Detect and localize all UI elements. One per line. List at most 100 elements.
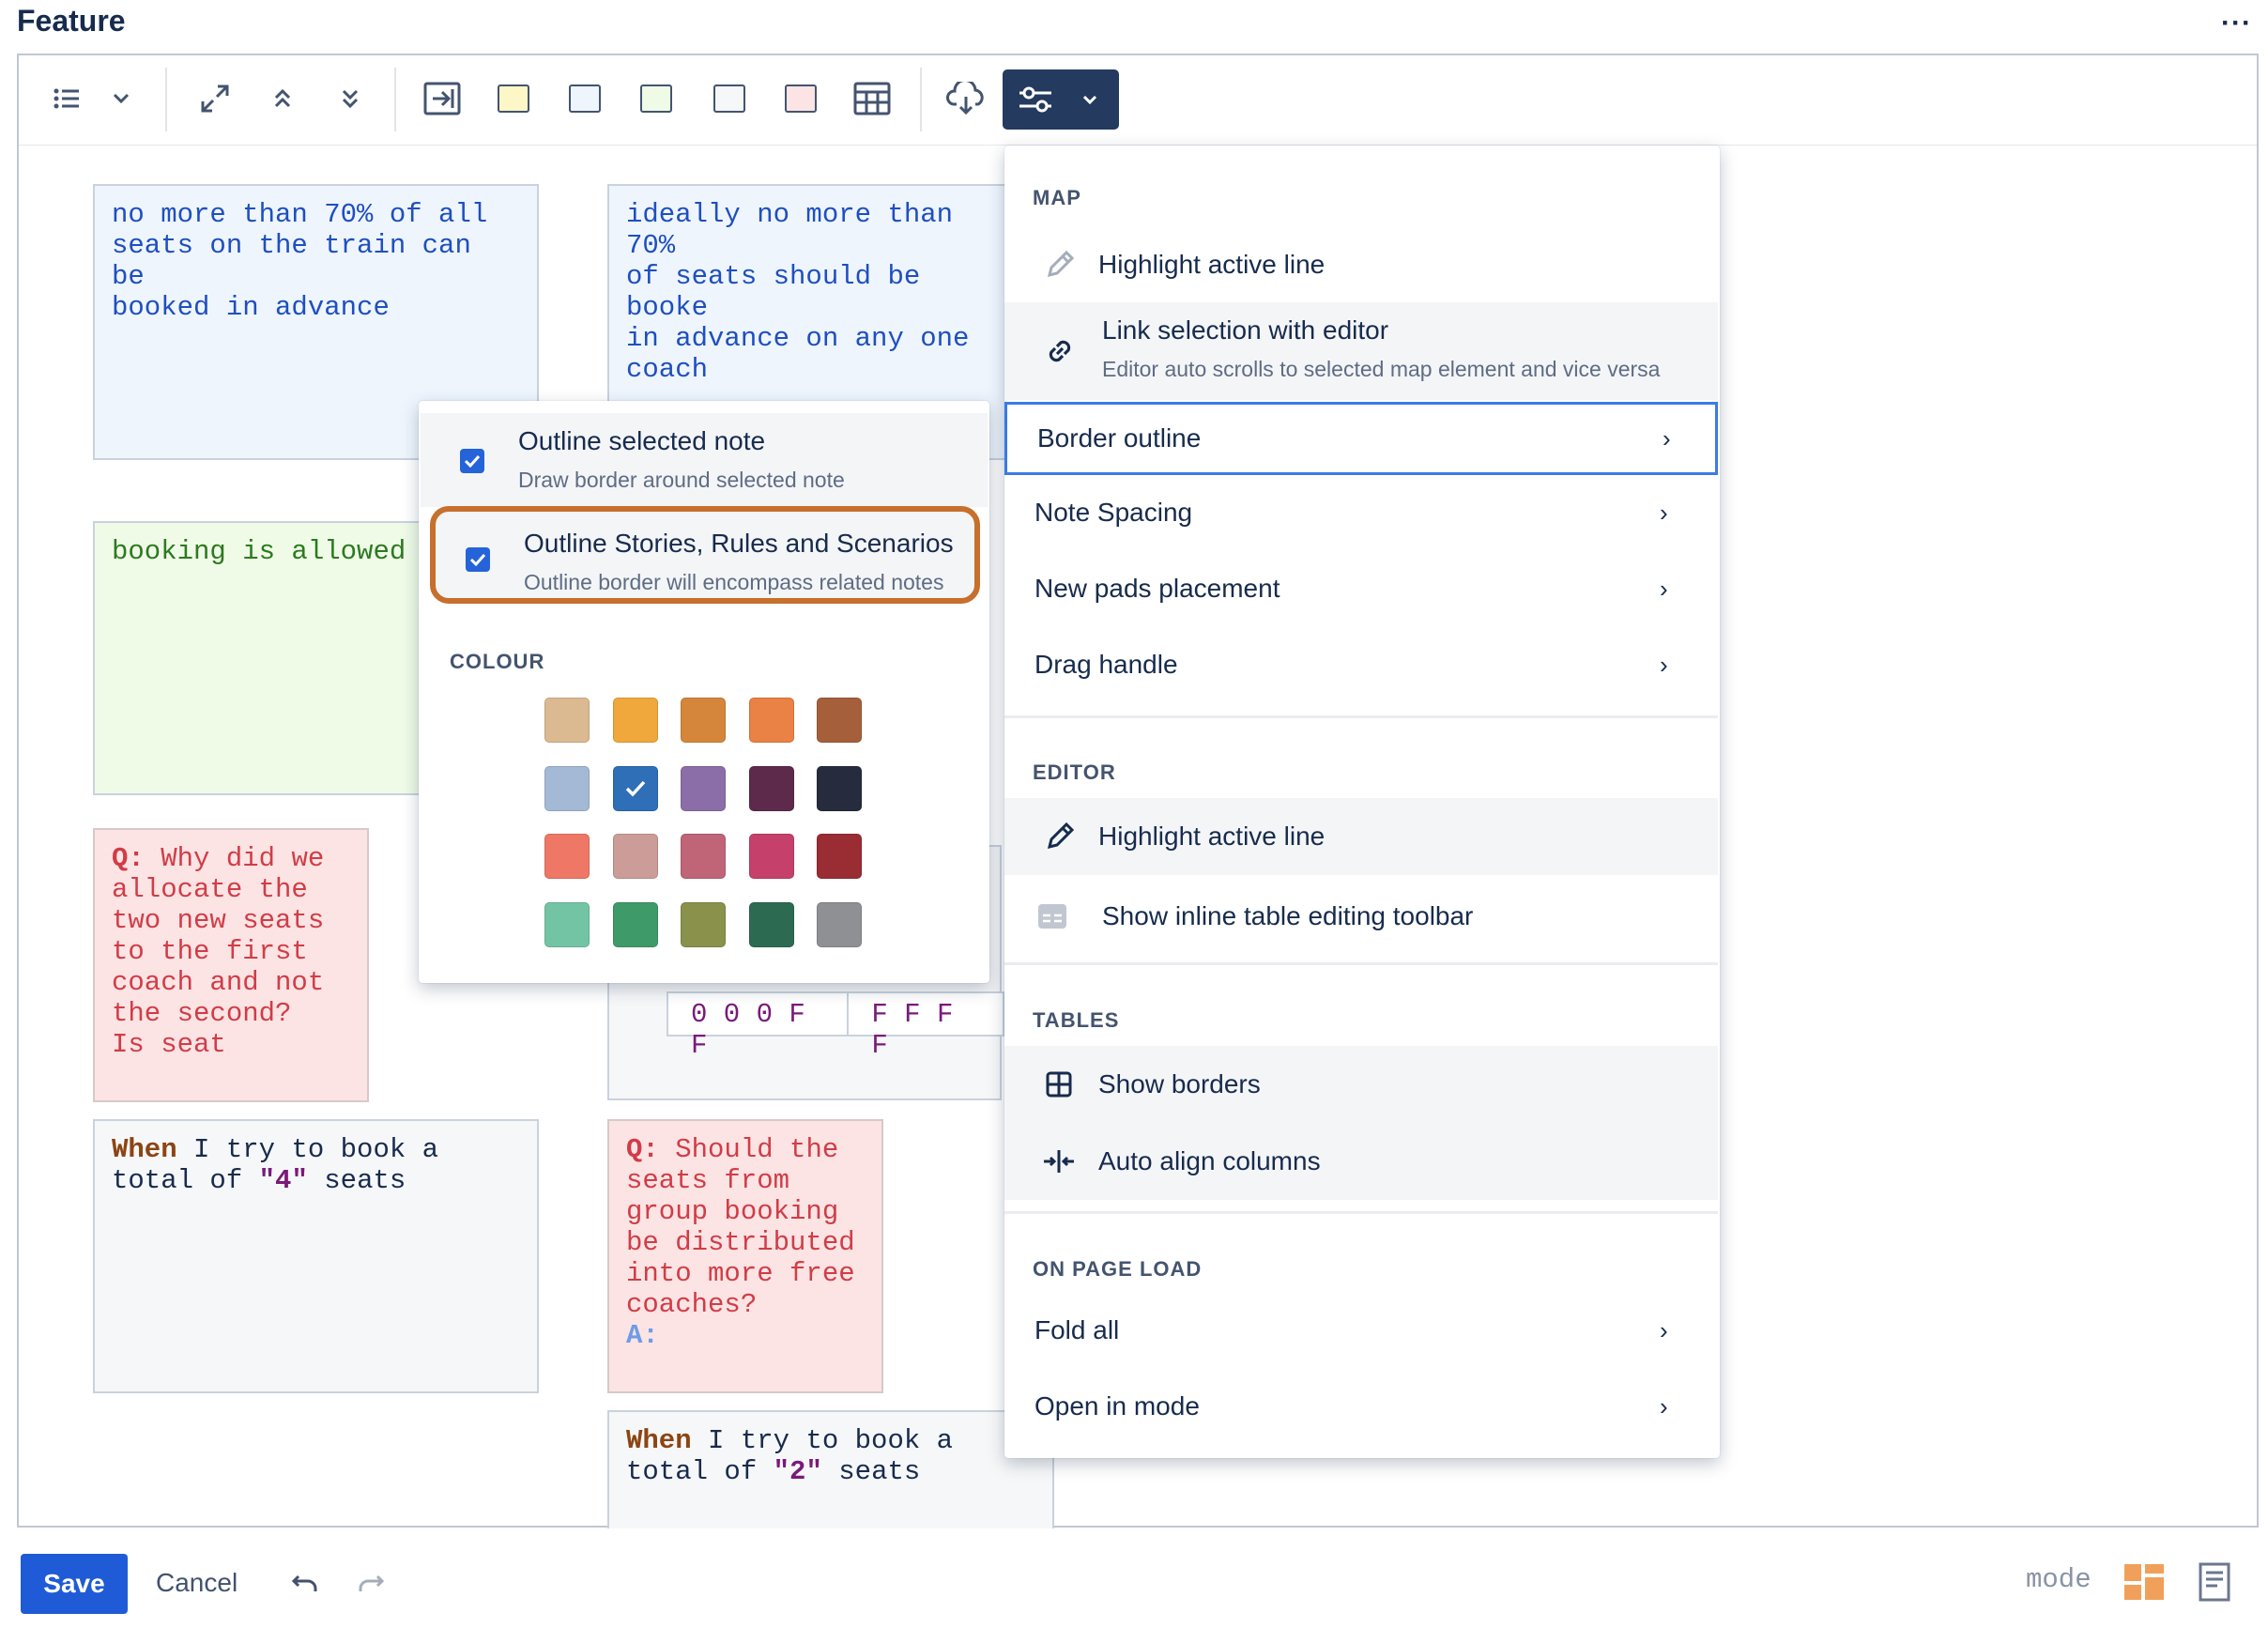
- keyword-when: When: [626, 1425, 692, 1456]
- colour-swatch[interactable]: [612, 765, 658, 811]
- more-options-icon[interactable]: ···: [2221, 8, 2252, 39]
- colour-swatch[interactable]: [544, 698, 590, 743]
- note-scenario-2[interactable]: When I try to book a total of "2" seats: [607, 1410, 1054, 1528]
- menu-item-inline-table-toolbar[interactable]: Show inline table editing toolbar: [1004, 883, 1718, 950]
- note-red-icon[interactable]: [781, 66, 820, 131]
- menu-item-show-borders[interactable]: Show borders: [1004, 1046, 1718, 1123]
- menu-item-fold-all[interactable]: Fold all ›: [1004, 1300, 1718, 1360]
- grid-icon: [1046, 1071, 1072, 1098]
- question-text: Should the seats from group booking be d…: [626, 1134, 855, 1320]
- save-button[interactable]: Save: [21, 1554, 128, 1614]
- colour-swatch[interactable]: [748, 834, 794, 879]
- note-yellow-icon[interactable]: [494, 66, 533, 131]
- colour-swatch[interactable]: [817, 834, 862, 879]
- table-icon[interactable]: [850, 66, 894, 131]
- colour-swatch[interactable]: [817, 765, 862, 811]
- insert-icon[interactable]: [421, 66, 464, 131]
- option-description: Draw border around selected note: [518, 468, 845, 492]
- note-white-icon[interactable]: [710, 66, 749, 131]
- mode-label: mode: [2026, 1564, 2092, 1595]
- option-outline-selected-note[interactable]: Outline selected note Draw border around…: [421, 413, 988, 507]
- note-example[interactable]: booking is allowed: [93, 521, 431, 795]
- menu-item-open-in-mode[interactable]: Open in mode ›: [1004, 1376, 1718, 1436]
- note-blue-icon[interactable]: [565, 66, 605, 131]
- colour-swatch[interactable]: [544, 765, 590, 811]
- menu-item-map-highlight[interactable]: Highlight active line: [1004, 235, 1718, 295]
- pencil-icon: [1047, 822, 1075, 850]
- colour-swatch[interactable]: [544, 901, 590, 947]
- colour-swatch[interactable]: [748, 901, 794, 947]
- menu-item-label: Drag handle: [1034, 650, 1178, 679]
- menu-item-link-selection[interactable]: Link selection with editor Editor auto s…: [1004, 302, 1718, 400]
- menu-item-border-outline[interactable]: Border outline ›: [1004, 402, 1718, 475]
- colour-swatch[interactable]: [681, 901, 726, 947]
- scenario-value: "2": [773, 1456, 822, 1487]
- chevron-down-icon: [1082, 95, 1097, 105]
- note-question-2[interactable]: Q: Should the seats from group booking b…: [607, 1119, 883, 1393]
- scenario-text: seats: [307, 1165, 406, 1196]
- colour-swatch[interactable]: [681, 834, 726, 879]
- menu-item-description: Editor auto scrolls to selected map elem…: [1102, 357, 1661, 381]
- colour-swatch[interactable]: [817, 698, 862, 743]
- note-question[interactable]: Q: Why did we allocate the two new seats…: [93, 828, 369, 1102]
- colour-swatch[interactable]: [612, 834, 658, 879]
- scenario-text: seats: [821, 1456, 921, 1487]
- colour-swatch[interactable]: [748, 765, 794, 811]
- menu-item-label: Note Spacing: [1034, 498, 1193, 527]
- settings-button[interactable]: [1003, 69, 1119, 130]
- colour-swatch[interactable]: [748, 698, 794, 743]
- menu-item-drag-handle[interactable]: Drag handle ›: [1004, 635, 1718, 695]
- checkbox-checked-icon[interactable]: [466, 547, 490, 572]
- expand-icon[interactable]: [193, 66, 237, 131]
- table-cell: F F F F: [871, 999, 954, 1061]
- chevron-right-icon: ›: [1660, 574, 1668, 603]
- align-columns-icon: [1044, 1150, 1074, 1173]
- list-icon[interactable]: [47, 66, 86, 131]
- table-cell: 0 0 0 F F: [668, 993, 850, 1061]
- question-prefix: Q:: [112, 843, 145, 874]
- document-mode-icon[interactable]: [2199, 1562, 2230, 1602]
- chevron-right-icon: ›: [1660, 498, 1668, 527]
- menu-item-editor-highlight[interactable]: Highlight active line: [1004, 798, 1718, 875]
- menu-item-label: Border outline: [1037, 423, 1202, 453]
- menu-item-label: Open in mode: [1034, 1391, 1200, 1421]
- colour-swatch[interactable]: [817, 901, 862, 947]
- table-row[interactable]: 0 0 0 F F F F F F: [667, 991, 1004, 1061]
- menu-item-label: Show borders: [1098, 1069, 1261, 1098]
- map-mode-icon[interactable]: [2123, 1563, 2165, 1601]
- check-icon: [625, 780, 645, 797]
- option-description: Outline border will encompass related no…: [524, 570, 944, 594]
- keyword-when: When: [112, 1134, 177, 1165]
- chevron-right-icon: ›: [1660, 1315, 1668, 1344]
- menu-item-label: Link selection with editor: [1102, 315, 1389, 345]
- chevron-down-icon[interactable]: [101, 66, 141, 131]
- menu-item-label: Highlight active line: [1098, 822, 1326, 851]
- redo-icon[interactable]: [357, 1571, 385, 1595]
- option-outline-stories[interactable]: Outline Stories, Rules and Scenarios Out…: [430, 506, 980, 604]
- cancel-button[interactable]: Cancel: [156, 1568, 238, 1598]
- colour-swatch[interactable]: [544, 834, 590, 879]
- link-icon: [1049, 340, 1071, 362]
- colour-swatch[interactable]: [681, 765, 726, 811]
- expand-down-icon[interactable]: [329, 66, 372, 131]
- colour-swatch[interactable]: [612, 901, 658, 947]
- chevron-right-icon: ›: [1660, 650, 1668, 679]
- question-prefix: Q:: [626, 1134, 659, 1165]
- page-title: Feature: [17, 4, 126, 38]
- menu-item-label: Highlight active line: [1098, 250, 1326, 279]
- colour-swatch[interactable]: [612, 698, 658, 743]
- menu-item-note-spacing[interactable]: Note Spacing ›: [1004, 483, 1718, 543]
- undo-icon[interactable]: [291, 1571, 319, 1595]
- section-header-map: MAP: [1033, 186, 1081, 209]
- note-green-icon[interactable]: [636, 66, 676, 131]
- menu-item-auto-align[interactable]: Auto align columns: [1004, 1123, 1718, 1200]
- note-scenario[interactable]: When I try to book a total of "4" seats: [93, 1119, 539, 1393]
- section-header-editor: EDITOR: [1033, 760, 1116, 784]
- collapse-up-icon[interactable]: [261, 66, 304, 131]
- colour-header: COLOUR: [450, 650, 545, 673]
- colour-swatch[interactable]: [681, 698, 726, 743]
- checkbox-checked-icon[interactable]: [460, 449, 484, 473]
- option-label: Outline selected note: [518, 426, 766, 455]
- menu-item-new-pads-placement[interactable]: New pads placement ›: [1004, 559, 1718, 619]
- cloud-sync-icon[interactable]: [942, 66, 989, 131]
